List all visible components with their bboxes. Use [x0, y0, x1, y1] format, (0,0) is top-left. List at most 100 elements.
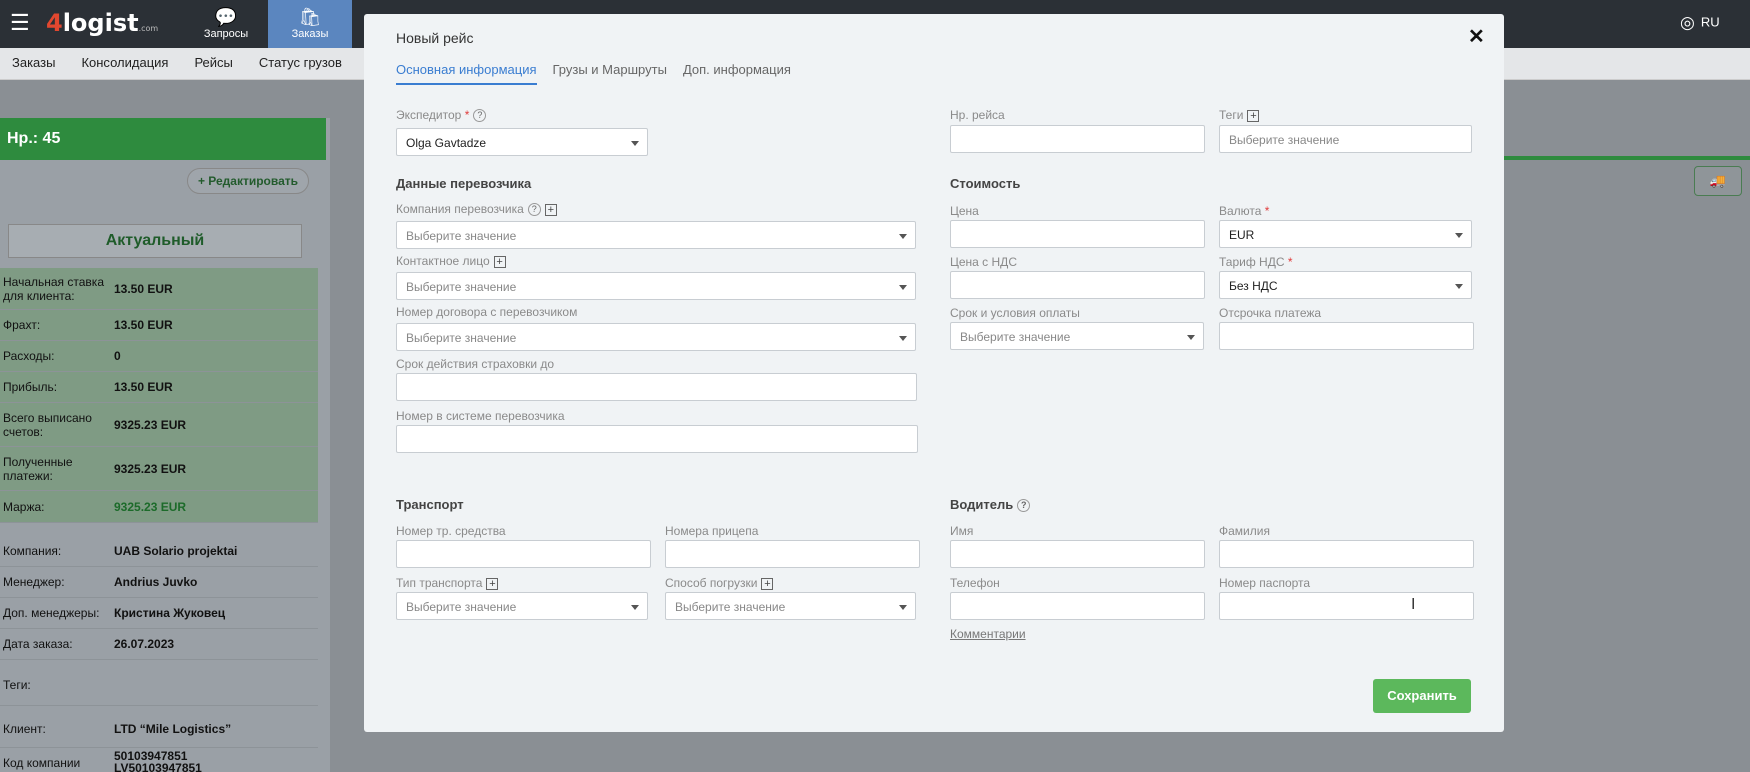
nav-orders-label: Заказы	[291, 28, 329, 40]
insurance-date-input[interactable]	[396, 373, 917, 401]
tags-label-text: Теги	[1219, 108, 1244, 122]
green-stripe	[1500, 156, 1750, 160]
tab-extra-info[interactable]: Доп. информация	[683, 62, 791, 85]
help-icon[interactable]: ?	[1017, 499, 1031, 513]
vat-rate-label-text: Тариф НДС	[1219, 255, 1285, 269]
required-mark: *	[1287, 255, 1293, 269]
price-label: Цена	[950, 204, 979, 218]
payment-terms-label: Срок и условия оплаты	[950, 306, 1080, 320]
carrier-company-label: Компания перевозчика? +	[396, 202, 557, 217]
carrier-section-title: Данные перевозчика	[396, 176, 532, 191]
margin-value: 9325.23 EUR	[114, 499, 187, 514]
finance-key: Всего выписано счетов:	[3, 410, 92, 439]
close-icon[interactable]: ✕	[1468, 24, 1485, 49]
finance-key: Маржа:	[3, 499, 45, 514]
nav-requests-label: Запросы	[203, 28, 249, 40]
trailer-no-input[interactable]	[665, 540, 920, 568]
detail-value: 26.07.2023	[114, 637, 175, 651]
currency-select[interactable]: EUR	[1219, 220, 1472, 248]
subnav-trips[interactable]: Рейсы	[194, 48, 232, 79]
deferral-input[interactable]	[1219, 322, 1474, 350]
comments-link[interactable]: Комментарии	[950, 627, 1026, 641]
logo[interactable]: 4logist.com	[46, 9, 158, 37]
language-switch[interactable]: ◎ RU	[1680, 13, 1720, 33]
text-cursor-icon: I	[1411, 596, 1416, 613]
last-name-label: Фамилия	[1219, 524, 1270, 538]
client-value: LTD “Mile Logistics”	[114, 721, 232, 736]
passport-input[interactable]	[1219, 592, 1474, 620]
help-icon[interactable]: ?	[473, 109, 487, 123]
finance-row: Фрахт: 13.50 EUR	[0, 310, 318, 341]
company-code-key: Код компании	[3, 756, 81, 770]
client-row: Клиент: LTD “Mile Logistics”	[0, 710, 318, 748]
detail-row: Доп. менеджеры: Кристина Жуковец	[0, 598, 318, 629]
forwarder-label: Экспедитор *?	[396, 108, 487, 123]
carrier-system-input[interactable]	[396, 425, 918, 453]
transport-type-select[interactable]: Выберите значение	[396, 592, 648, 620]
language-label: RU	[1700, 14, 1720, 30]
add-icon[interactable]: +	[486, 577, 499, 590]
insurance-label: Срок действия страховки до	[396, 357, 555, 371]
passport-label: Номер паспорта	[1219, 576, 1311, 590]
loading-method-label-text: Способ погрузки	[665, 576, 758, 590]
finance-key: Начальная ставка для клиента:	[3, 274, 104, 303]
new-trip-modal: Новый рейс ✕ Основная информация Грузы и…	[364, 14, 1504, 732]
phone-input[interactable]	[950, 592, 1205, 620]
tags-label: Теги +	[1219, 108, 1260, 122]
trip-no-input[interactable]	[950, 125, 1205, 153]
price-input[interactable]	[950, 220, 1205, 248]
loading-method-label: Способ погрузки +	[665, 576, 774, 590]
contact-select[interactable]: Выберите значение	[396, 272, 916, 300]
tags-input[interactable]: Выберите значение	[1219, 125, 1472, 153]
add-icon[interactable]: +	[761, 577, 774, 590]
company-code-row: Код компании 50103947851 LV50103947851	[0, 748, 318, 772]
forwarder-select[interactable]: Olga Gavtadze	[396, 128, 648, 156]
tags-key: Теги:	[3, 677, 31, 692]
company-code-value: 50103947851 LV50103947851	[114, 749, 202, 772]
edit-button[interactable]: + Редактировать	[187, 168, 309, 194]
add-icon[interactable]: +	[544, 203, 557, 216]
loading-method-select[interactable]: Выберите значение	[665, 592, 916, 620]
status-select[interactable]: Актуальный	[8, 224, 302, 258]
cost-section-title: Стоимость	[950, 176, 1021, 191]
nav-requests[interactable]: 💬 Запросы	[184, 0, 268, 48]
subnav-cargo-status[interactable]: Статус грузов	[259, 48, 342, 79]
finance-value: 13.50 EUR	[114, 318, 173, 332]
finance-value: 13.50 EUR	[114, 380, 173, 394]
trailer-no-label: Номера прицепа	[665, 524, 759, 538]
subnav-consolidation[interactable]: Консолидация	[81, 48, 168, 79]
detail-value: Andrius Juvko	[114, 575, 198, 589]
finance-key: Полученные платежи:	[3, 454, 73, 483]
carrier-system-label: Номер в системе перевозчика	[396, 409, 565, 423]
subnav-orders[interactable]: Заказы	[12, 48, 55, 79]
nav-orders[interactable]: 🛍 Заказы	[268, 0, 352, 48]
add-icon[interactable]: +	[1247, 109, 1260, 122]
help-icon[interactable]: ?	[527, 203, 541, 217]
contract-select[interactable]: Выберите значение	[396, 323, 916, 351]
driver-section-title: Водитель?	[950, 497, 1031, 513]
truck-icon[interactable]: 🚚	[1694, 166, 1742, 196]
last-name-input[interactable]	[1219, 540, 1474, 568]
tab-main-info[interactable]: Основная информация	[396, 62, 537, 85]
finance-row: Начальная ставка для клиента: 13.50 EUR	[0, 268, 318, 310]
finance-block: Начальная ставка для клиента: 13.50 EUR Ф…	[0, 268, 318, 523]
detail-key: Менеджер:	[3, 575, 65, 589]
finance-value: 13.50 EUR	[114, 281, 173, 296]
currency-label: Валюта *	[1219, 204, 1269, 218]
carrier-company-select[interactable]: Выберите значение	[396, 221, 916, 249]
price-vat-input[interactable]	[950, 271, 1205, 299]
tab-cargo-routes[interactable]: Грузы и Маршруты	[553, 62, 667, 85]
vat-rate-select[interactable]: Без НДС	[1219, 271, 1472, 299]
add-icon[interactable]: +	[493, 255, 506, 268]
finance-key: Расходы:	[3, 349, 55, 363]
contact-label-text: Контактное лицо	[396, 254, 490, 268]
menu-icon[interactable]: ☰	[10, 11, 34, 35]
modal-title: Новый рейс	[396, 30, 474, 46]
transport-type-label-text: Тип транспорта	[396, 576, 483, 590]
shopping-bag-icon: 🛍	[298, 7, 322, 27]
finance-value: 0	[114, 349, 121, 363]
first-name-input[interactable]	[950, 540, 1205, 568]
vehicle-no-input[interactable]	[396, 540, 651, 568]
payment-terms-select[interactable]: Выберите значение	[950, 322, 1204, 350]
save-button[interactable]: Сохранить	[1373, 679, 1471, 713]
